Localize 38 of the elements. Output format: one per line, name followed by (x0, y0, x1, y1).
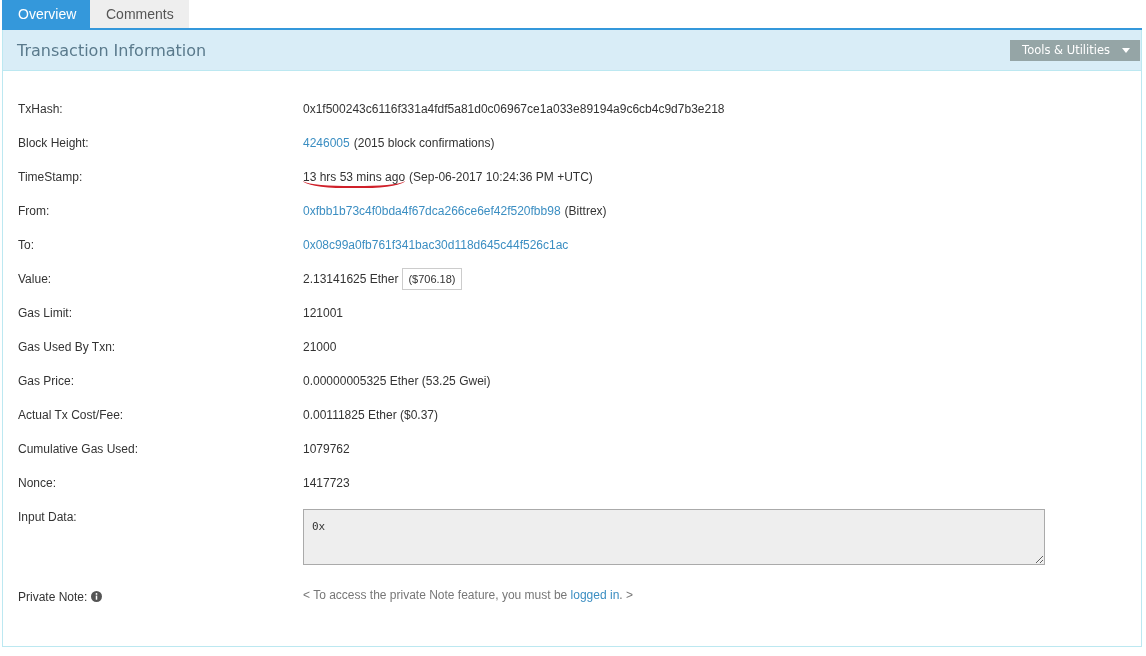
field-value: 0.00000005325 Ether (53.25 Gwei) (303, 373, 491, 389)
address-link[interactable]: 4246005 (303, 135, 350, 151)
field-label: Actual Tx Cost/Fee: (18, 407, 124, 423)
field-label: Gas Limit: (18, 305, 72, 321)
field-value: (Bittrex) (564, 203, 607, 219)
caret-icon (1122, 47, 1130, 53)
field-value: 21000 (303, 339, 337, 355)
field-label: Block Height: (18, 135, 89, 151)
tools-dropdown-button[interactable]: Tools & Utilities (1010, 39, 1140, 61)
field-label: TimeStamp: (18, 169, 83, 185)
field-value: 0.00111825 Ether ($0.37) (303, 407, 438, 423)
field-label: Private Note: (18, 589, 88, 605)
field-label: Gas Price: (18, 373, 74, 389)
address-link[interactable]: 0xfbb1b73c4f0bda4f67dca266ce6ef42f520fbb98 (303, 203, 561, 219)
panel-title: Transaction Information (17, 40, 207, 60)
field-value: 1079762 (303, 441, 350, 457)
field-value: 1417723 (303, 475, 350, 491)
field-label: Nonce: (18, 475, 57, 491)
field-value: 2.13141625 Ether (303, 271, 399, 287)
tab[interactable]: Overview (2, 0, 90, 28)
field-label: Gas Used By Txn: (18, 339, 116, 355)
field-value: 0x1f500243c6116f331a4fdf5a81d0c06967ce1a033e89194a9c6cb4c9d7b3e218 (303, 101, 725, 117)
tab[interactable]: Comments (90, 0, 189, 28)
note-message: < To access the private Note feature, you must be logged in. > (303, 587, 633, 603)
field-value: 13 hrs 53 mins ago (303, 169, 406, 188)
input-data-field[interactable]: 0x (303, 509, 1045, 565)
field-label: Value: (18, 271, 52, 287)
field-label: TxHash: (18, 101, 63, 117)
field-label: To: (18, 237, 34, 253)
field-value: (2015 block confirmations) (353, 135, 495, 151)
info-icon (91, 591, 103, 602)
field-label: Cumulative Gas Used: (18, 441, 139, 457)
price-badge: ($706.18) (402, 268, 462, 290)
field-value: 121001 (303, 305, 344, 321)
field-label: Input Data: (18, 509, 77, 525)
address-link[interactable]: 0x08c99a0fb761f341bac30d118d645c44f526c1ac (303, 237, 569, 253)
field-value: (Sep-06-2017 10:24:36 PM +UTC) (409, 169, 593, 185)
field-label: From: (18, 203, 50, 219)
